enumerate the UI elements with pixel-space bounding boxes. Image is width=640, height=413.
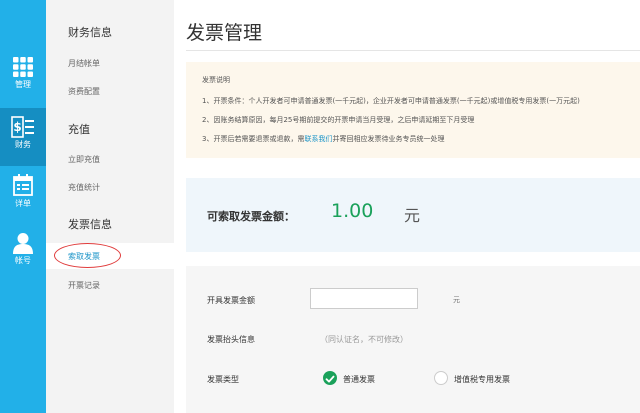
menu-item-invoice-records[interactable]: 开票记录: [68, 280, 100, 291]
invoice-header-hint: （同认证名，不可修改）: [320, 335, 408, 344]
grid-icon: [13, 57, 33, 77]
notice-line-2: 2、因账务结算原因，每月25号期前提交的开票申请当月受理，之后申请延期至下月受理: [202, 116, 475, 124]
rail-label-manage: 管理: [15, 80, 31, 89]
secondary-menu: 财务信息 月结帐单 资费配置 充值 立即充值 充值统计 发票信息 索取发票 开票…: [46, 0, 174, 413]
menu-item-recharge-now[interactable]: 立即充值: [68, 154, 100, 165]
invoice-header-label: 发票抬头信息: [207, 335, 255, 344]
available-amount-value: 1.00: [331, 200, 374, 222]
rail-item-details[interactable]: 详单: [0, 166, 46, 224]
radio-normal-invoice[interactable]: [323, 371, 337, 385]
radio-label-vat-invoice[interactable]: 增值税专用发票: [454, 374, 510, 385]
rail-label-details: 详单: [15, 199, 31, 208]
invoice-amount-input[interactable]: [310, 288, 418, 309]
notice-title: 发票说明: [202, 76, 230, 84]
rail-item-finance[interactable]: $ 财务: [0, 108, 46, 166]
rail-label-finance: 财务: [15, 140, 31, 149]
user-icon: [13, 233, 33, 254]
main-content: 发票管理 发票说明 1、开票条件：个人开发者可申请普通发票(一千元起)，企业开发…: [174, 0, 640, 413]
notice-line-3-post: 并寄回相应发票待业务专员统一处理: [332, 135, 445, 143]
icon-rail: 管理 $ 财务 详单 帐号: [0, 0, 46, 413]
menu-item-fee-config[interactable]: 资费配置: [68, 86, 100, 97]
svg-text:$: $: [13, 120, 21, 134]
menu-item-recharge-stats[interactable]: 充值统计: [68, 182, 100, 193]
calendar-list-icon: [13, 174, 33, 196]
available-amount-label: 可索取发票金额：: [207, 210, 295, 223]
rail-item-manage[interactable]: 管理: [0, 50, 46, 108]
check-icon: [325, 375, 335, 383]
finance-icon: $: [11, 116, 34, 138]
invoice-notice: 发票说明 1、开票条件：个人开发者可申请普通发票(一千元起)，企业开发者可申请普…: [186, 62, 640, 158]
contact-us-link[interactable]: 联系我们: [304, 135, 332, 143]
section-title-recharge: 充值: [68, 123, 90, 136]
invoice-form: 开具发票金额 元 发票抬头信息 （同认证名，不可修改） 发票类型 普通发票 增值…: [186, 266, 640, 413]
section-title-finance-info: 财务信息: [68, 26, 112, 39]
rail-item-account[interactable]: 帐号: [0, 226, 46, 284]
section-title-invoice-info: 发票信息: [68, 218, 112, 231]
page-title: 发票管理: [186, 22, 263, 44]
title-divider: [186, 50, 640, 51]
notice-line-3: 3、开票后若需要退票或退款，需联系我们并寄回相应发票待业务专员统一处理: [202, 134, 444, 144]
app-root: 管理 $ 财务 详单 帐号 财务信息 月结帐单 资费配置 充值 立即充值 充值统…: [0, 0, 640, 413]
menu-item-monthly-bill[interactable]: 月结帐单: [68, 58, 100, 69]
highlight-circle: [54, 243, 121, 268]
rail-label-account: 帐号: [15, 256, 31, 265]
notice-line-1: 1、开票条件：个人开发者可申请普通发票(一千元起)，企业开发者可申请普通发票(一…: [202, 97, 580, 105]
invoice-amount-unit: 元: [453, 296, 460, 304]
radio-vat-invoice[interactable]: [434, 371, 448, 385]
invoice-type-label: 发票类型: [207, 375, 239, 384]
available-amount-unit: 元: [404, 206, 421, 225]
radio-label-normal-invoice[interactable]: 普通发票: [343, 374, 375, 385]
notice-line-3-pre: 3、开票后若需要退票或退款，需: [202, 135, 305, 143]
invoice-amount-label: 开具发票金额: [207, 296, 255, 305]
available-amount-panel: 可索取发票金额： 1.00 元: [186, 178, 640, 252]
